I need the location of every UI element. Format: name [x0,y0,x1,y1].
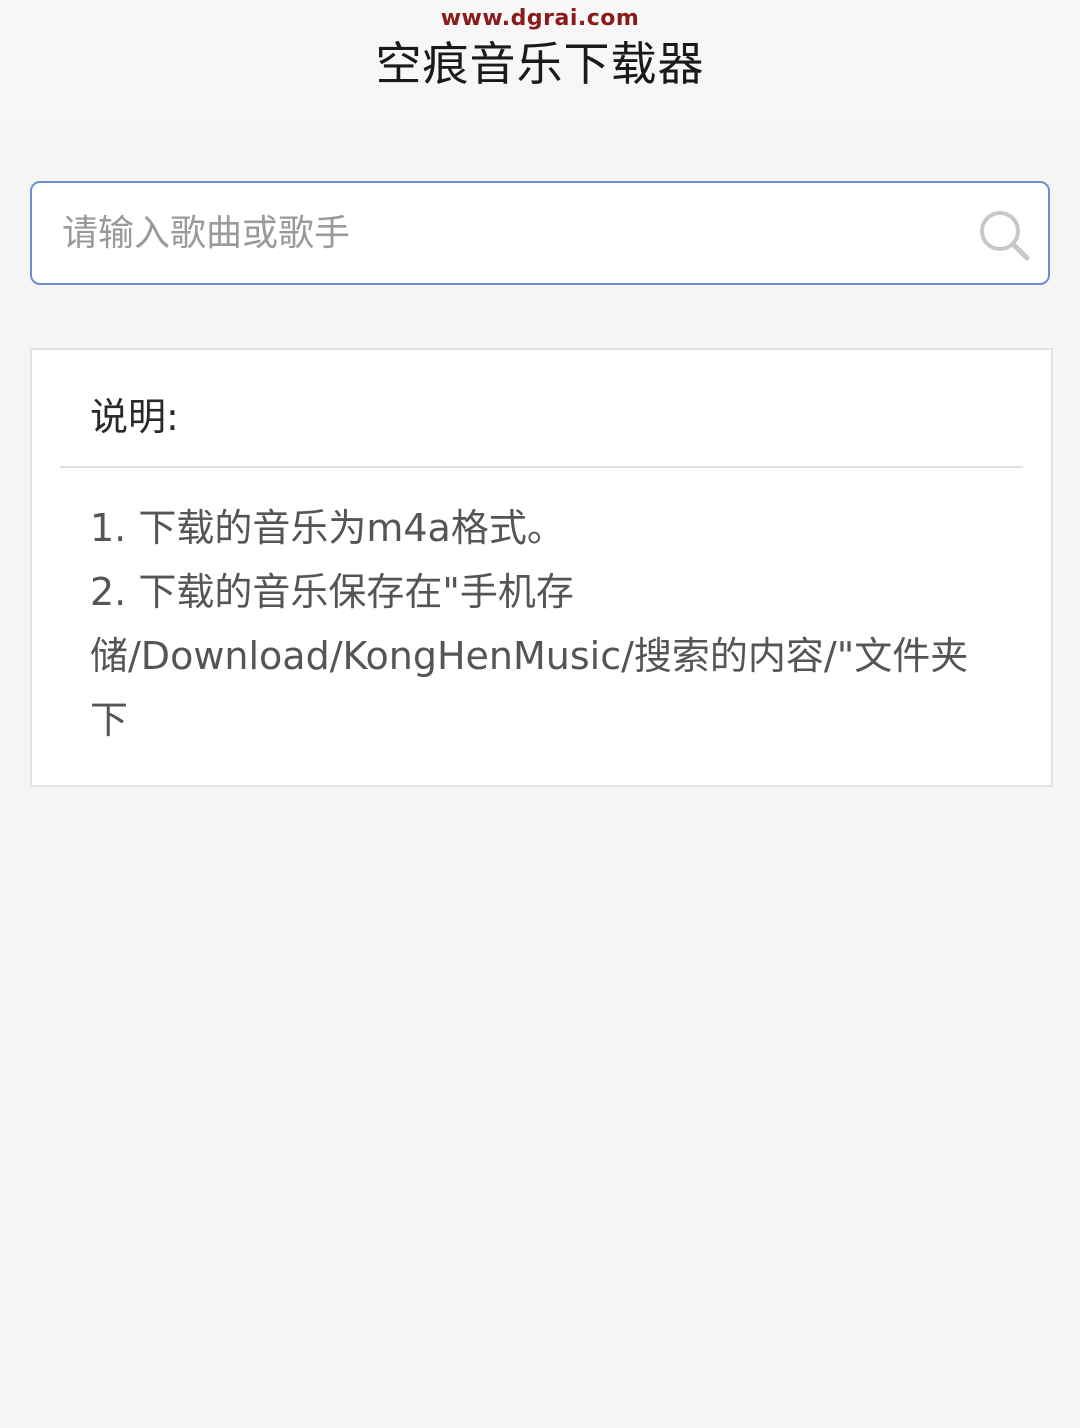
instructions-title: 说明: [90,395,179,439]
instruction-item: 2. 下载的音乐保存在"手机存储/Download/KongHenMusic/搜… [90,570,969,742]
search-input[interactable] [62,183,942,283]
instruction-item: 1. 下载的音乐为m4a格式。 [90,506,565,550]
search-bar [30,181,1050,285]
app-page: www.dgrai.com 空痕音乐下载器 说明: 1. 下载的音乐为m4a格式… [0,0,1080,1428]
app-header: www.dgrai.com 空痕音乐下载器 [0,0,1080,124]
page-title: 空痕音乐下载器 [375,37,705,91]
search-icon[interactable] [976,207,1032,263]
divider [60,466,1023,468]
instructions-card: 说明: 1. 下载的音乐为m4a格式。 2. 下载的音乐保存在"手机存储/Dow… [30,348,1053,787]
instructions-body: 1. 下载的音乐为m4a格式。 2. 下载的音乐保存在"手机存储/Downloa… [90,496,1000,752]
